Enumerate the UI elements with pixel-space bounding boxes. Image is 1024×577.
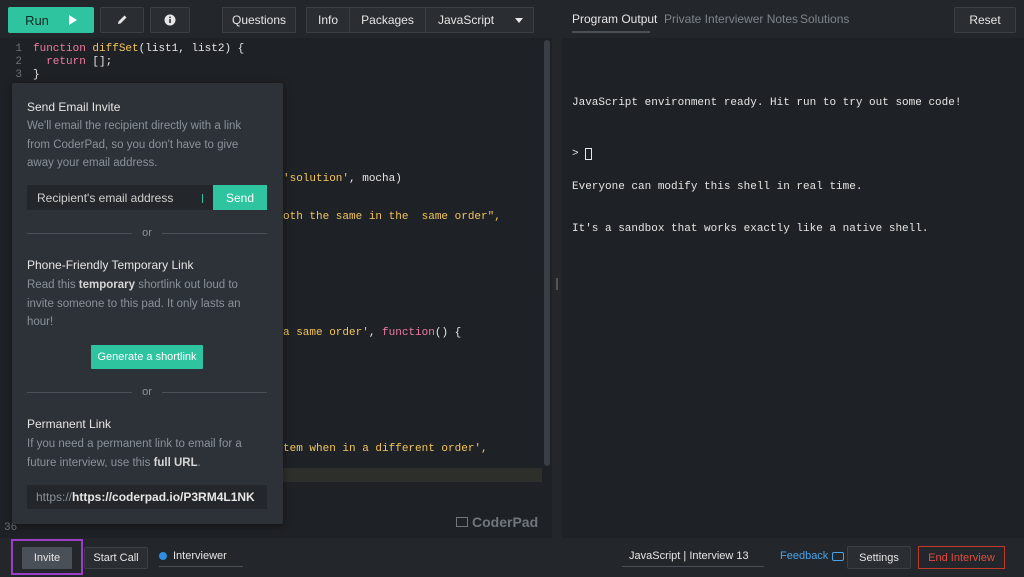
generate-shortlink-button[interactable]: Generate a shortlink — [91, 345, 203, 369]
grip-icon — [556, 278, 558, 290]
info-icon — [164, 14, 176, 26]
run-label: Run — [25, 12, 49, 28]
divider-line — [161, 232, 267, 234]
tab-solutions[interactable]: Solutions — [800, 12, 849, 26]
code-text: (list1, list2) { — [138, 43, 245, 55]
coderpad-watermark: CoderPad — [456, 514, 538, 530]
code-text: () { — [434, 327, 462, 339]
or-divider: or — [27, 226, 267, 240]
pad-status: JavaScript | Interview 13 — [629, 550, 749, 562]
input-cursor-icon — [202, 194, 208, 203]
code-keyword: return — [46, 56, 86, 68]
divider-line — [27, 232, 133, 234]
watermark-text: CoderPad — [472, 514, 539, 530]
coderpad-app: Run Questions Info Packages JavaScript 1… — [0, 0, 1024, 577]
divider-line — [161, 391, 267, 393]
name-underline — [159, 566, 243, 567]
console-prompt[interactable]: > — [572, 148, 592, 160]
output-panel: Program Output Private Interviewer Notes… — [562, 0, 1024, 538]
status-underline — [622, 566, 764, 567]
coderpad-logo-icon — [456, 517, 468, 527]
output-tabs: Program Output Private Interviewer Notes… — [562, 0, 1024, 38]
phone-link-description: Read this temporary shortlink out loud t… — [27, 276, 265, 332]
play-icon — [68, 15, 77, 25]
line-number: 2 — [15, 56, 22, 68]
email-invite-title: Send Email Invite — [27, 100, 121, 114]
chevron-down-icon — [515, 18, 523, 23]
code-text: , — [368, 327, 383, 339]
tab-private-notes[interactable]: Private Interviewer Notes — [664, 12, 798, 26]
code-line: oth the same in the same order", — [283, 211, 501, 223]
desc-text: If you need a permanent link to email fo… — [27, 438, 242, 469]
language-select[interactable]: JavaScript — [426, 7, 534, 33]
editor-toolbar: Run Questions Info Packages JavaScript — [0, 0, 552, 38]
permanent-link-description: If you need a permanent link to email fo… — [27, 435, 265, 472]
end-interview-button[interactable]: End Interview — [918, 546, 1005, 569]
phone-link-title: Phone-Friendly Temporary Link — [27, 258, 194, 272]
code-text: []; — [85, 56, 113, 68]
user-color-dot-icon — [159, 552, 167, 560]
or-label: or — [142, 227, 152, 239]
settings-button[interactable]: Settings — [847, 546, 911, 569]
console-line: It's a sandbox that works exactly like a… — [572, 223, 929, 235]
send-button[interactable]: Send — [213, 185, 267, 210]
start-call-button[interactable]: Start Call — [84, 547, 148, 569]
or-label: or — [142, 386, 152, 398]
email-invite-description: We'll email the recipient directly with … — [27, 120, 242, 169]
or-divider: or — [27, 385, 267, 399]
run-button[interactable]: Run — [8, 7, 94, 33]
bottom-bar: Invite Start Call Interviewer JavaScript… — [0, 538, 1024, 577]
code-line: 'solution', mocha) — [283, 173, 402, 185]
feedback-link[interactable]: Feedback — [780, 550, 845, 562]
language-label: JavaScript — [438, 13, 495, 27]
active-tab-indicator — [572, 31, 650, 33]
line-number: 3 — [15, 69, 22, 81]
desc-emphasis: temporary — [78, 279, 136, 291]
pane-resize-handle[interactable] — [552, 0, 562, 538]
line-number: 1 — [15, 43, 22, 55]
desc-text: . — [197, 456, 201, 469]
info-tab[interactable]: Info — [306, 7, 350, 33]
reset-button[interactable]: Reset — [954, 7, 1016, 33]
feedback-label: Feedback — [780, 550, 829, 562]
console-output: JavaScript environment ready. Hit run to… — [572, 68, 961, 264]
recipient-email-input[interactable]: Recipient's email address — [27, 185, 213, 210]
interviewer-indicator[interactable]: Interviewer — [159, 550, 243, 567]
permanent-link-title: Permanent Link — [27, 417, 112, 431]
code-line: function diffSet(list1, list2) { — [33, 43, 244, 55]
text-cursor — [584, 148, 592, 160]
code-function-name: diffSet — [92, 43, 139, 55]
prompt-symbol: > — [572, 148, 579, 160]
interviewer-label: Interviewer — [173, 550, 227, 562]
info-button[interactable] — [150, 7, 190, 33]
divider-line — [27, 391, 133, 393]
code-line: tem when in a different order', — [283, 443, 488, 455]
console-line: JavaScript environment ready. Hit run to… — [572, 97, 962, 109]
code-string: a same order' — [283, 327, 369, 339]
console-line: Everyone can modify this shell in real t… — [572, 181, 863, 193]
editor-scrollbar-thumb[interactable] — [544, 40, 550, 466]
permanent-url: https://coderpad.io/P3RM4L1NK — [72, 490, 255, 504]
packages-tab[interactable]: Packages — [350, 7, 426, 33]
url-prefix: https:// — [36, 490, 73, 504]
edit-button[interactable] — [100, 7, 144, 33]
code-keyword: function — [33, 43, 86, 55]
desc-emphasis: full URL — [153, 456, 198, 469]
permanent-link-field[interactable]: https://https://coderpad.io/P3RM4L1NK — [27, 485, 267, 509]
code-line: } — [33, 69, 40, 81]
pencil-icon — [118, 15, 127, 24]
desc-text: Read this — [27, 279, 79, 291]
code-line: return []; — [33, 56, 112, 68]
invite-popover: Send Email Invite We'll email the recipi… — [12, 83, 283, 524]
code-line: a same order', function() { — [283, 327, 461, 339]
questions-button[interactable]: Questions — [222, 7, 296, 33]
email-placeholder: Recipient's email address — [37, 190, 174, 205]
invite-button[interactable]: Invite — [22, 547, 72, 569]
chat-bubble-icon — [832, 551, 845, 561]
tab-program-output[interactable]: Program Output — [572, 12, 657, 26]
code-keyword: function — [382, 327, 435, 339]
code-string: 'solution' — [283, 173, 350, 185]
code-text: , mocha) — [349, 173, 402, 185]
